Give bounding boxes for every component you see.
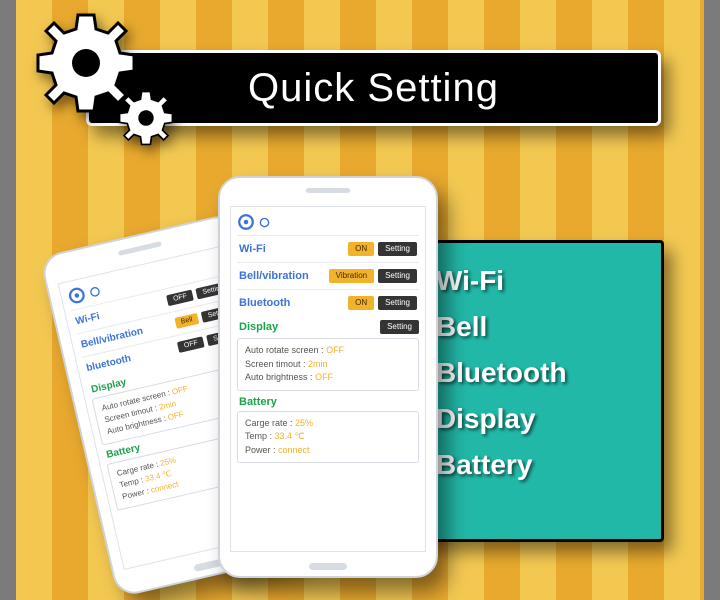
feature-item: *Battery bbox=[425, 449, 643, 481]
label-wifi: Wi-Fi bbox=[75, 311, 101, 327]
wifi-setting[interactable]: Setting bbox=[378, 242, 417, 256]
gear-icon bbox=[88, 285, 101, 298]
promo-stage: Quick Setting *Wi-Fi *Bell *Bluetooth *D… bbox=[0, 0, 720, 600]
feature-item: *Bluetooth bbox=[425, 357, 643, 389]
app-header-icon bbox=[237, 213, 419, 231]
feature-item: *Display bbox=[425, 403, 643, 435]
section-battery: Battery bbox=[239, 396, 419, 408]
row-bluetooth: Bluetooth ON Setting bbox=[237, 289, 419, 316]
label-bluetooth: Bluetooth bbox=[239, 297, 290, 309]
phone-speaker bbox=[306, 188, 350, 193]
bell-mode[interactable]: Bell bbox=[174, 313, 200, 329]
gear-decoration bbox=[28, 8, 188, 158]
display-setting[interactable]: Setting bbox=[380, 320, 419, 334]
gear-icon bbox=[28, 8, 188, 158]
phone-home bbox=[309, 563, 347, 570]
label-bluetooth: bluetooth bbox=[85, 353, 132, 374]
section-display: Display bbox=[239, 321, 278, 333]
feature-panel: *Wi-Fi *Bell *Bluetooth *Display *Batter… bbox=[404, 240, 664, 542]
gear-icon bbox=[66, 285, 88, 307]
bluetooth-toggle[interactable]: OFF bbox=[177, 336, 205, 353]
battery-details: Carge rate : 25% Temp : 33.4 ℃ Power : c… bbox=[237, 411, 419, 464]
phone-speaker bbox=[118, 241, 162, 256]
phone-mock-front: Wi-Fi ON Setting Bell/vibration Vibratio… bbox=[218, 176, 438, 578]
bluetooth-toggle[interactable]: ON bbox=[348, 296, 374, 310]
feature-item: *Bell bbox=[425, 311, 643, 343]
label-bell: Bell/vibration bbox=[239, 270, 309, 282]
feature-item: *Wi-Fi bbox=[425, 265, 643, 297]
phone-screen: Wi-Fi ON Setting Bell/vibration Vibratio… bbox=[230, 206, 426, 552]
label-wifi: Wi-Fi bbox=[239, 243, 266, 255]
wifi-toggle[interactable]: ON bbox=[348, 242, 374, 256]
gear-icon bbox=[237, 213, 255, 231]
display-details: Auto rotate screen : OFF Screen timout :… bbox=[237, 338, 419, 391]
bell-mode[interactable]: Vibration bbox=[329, 269, 374, 283]
row-bell: Bell/vibration Vibration Setting bbox=[237, 262, 419, 289]
bell-setting[interactable]: Setting bbox=[378, 269, 417, 283]
gear-icon bbox=[259, 217, 270, 228]
row-wifi: Wi-Fi ON Setting bbox=[237, 235, 419, 262]
wifi-toggle[interactable]: OFF bbox=[166, 290, 194, 307]
bluetooth-setting[interactable]: Setting bbox=[378, 296, 417, 310]
title-text: Quick Setting bbox=[248, 66, 499, 111]
